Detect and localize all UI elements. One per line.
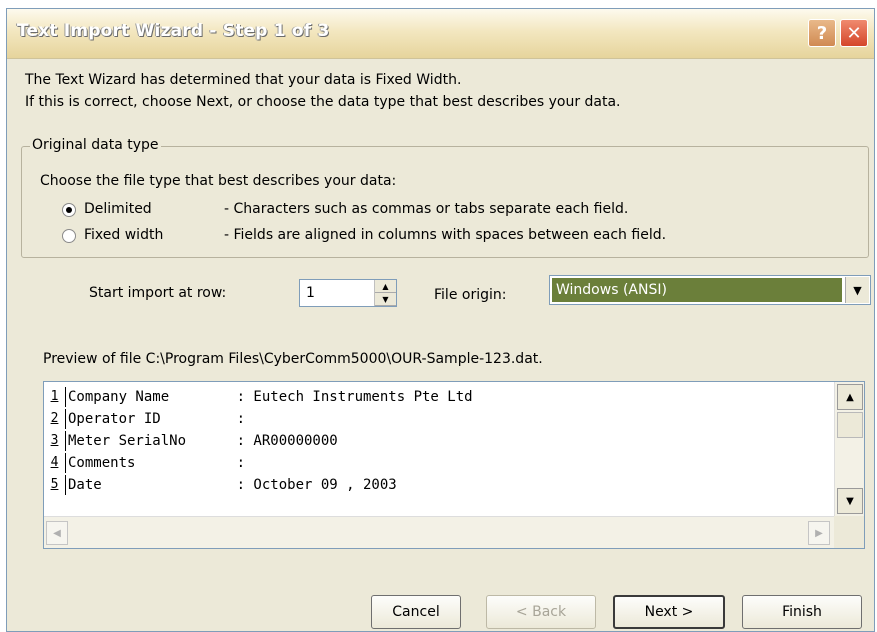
back-button[interactable]: < Back — [486, 595, 596, 629]
radio-delimited-circle[interactable] — [62, 203, 76, 217]
group-legend: Original data type — [30, 137, 161, 153]
radio-fixed-width-label[interactable]: Fixed width — [84, 227, 163, 243]
intro-text: The Text Wizard has determined that your… — [25, 69, 621, 113]
start-row-spinner[interactable]: 1 ▲ ▼ — [299, 279, 397, 307]
vertical-scrollbar[interactable]: ▲ ▼ — [834, 382, 864, 517]
preview-label: Preview of file C:\Program Files\CyberCo… — [43, 351, 543, 367]
scroll-right-icon[interactable]: ▶ — [808, 521, 830, 545]
preview-row: 4 Comments : — [44, 452, 245, 474]
spinner-arrows[interactable]: ▲ ▼ — [374, 280, 396, 306]
text-import-wizard-dialog: Text Import Wizard - Step 1 of 3 ? ✕ The… — [6, 8, 875, 632]
preview-row-number: 3 — [44, 431, 66, 451]
file-origin-select[interactable]: Windows (ANSI) ▼ — [549, 275, 871, 305]
help-icon[interactable]: ? — [808, 19, 836, 47]
file-origin-label: File origin: — [434, 287, 507, 303]
preview-row-text: Meter SerialNo : AR00000000 — [68, 433, 338, 449]
original-data-type-group: Original data type Choose the file type … — [21, 137, 869, 258]
close-icon[interactable]: ✕ — [840, 19, 868, 47]
preview-row-number: 5 — [44, 475, 66, 495]
radio-fixed-width-circle[interactable] — [62, 229, 76, 243]
start-row-value[interactable]: 1 — [306, 285, 315, 301]
preview-row-text: Comments : — [68, 455, 246, 471]
intro-line-1: The Text Wizard has determined that your… — [25, 72, 462, 88]
preview-row-text: Date : October 09 , 2003 — [68, 477, 397, 493]
scroll-up-icon[interactable]: ▲ — [837, 384, 863, 410]
cancel-button[interactable]: Cancel — [371, 595, 461, 629]
scroll-left-icon[interactable]: ◀ — [46, 521, 68, 545]
radio-delimited-desc: - Characters such as commas or tabs sepa… — [224, 201, 629, 217]
start-row-label: Start import at row: — [89, 285, 227, 301]
preview-row-number: 4 — [44, 453, 66, 473]
radio-delimited-label[interactable]: Delimited — [84, 201, 152, 217]
horizontal-scrollbar[interactable]: ◀ ▶ — [44, 516, 834, 548]
preview-row: 2 Operator ID : — [44, 408, 245, 430]
finish-button[interactable]: Finish — [742, 595, 862, 629]
preview-row-text: Company Name : Eutech Instruments Pte Lt… — [68, 389, 473, 405]
dropdown-arrow-icon[interactable]: ▼ — [845, 277, 869, 303]
window-title: Text Import Wizard - Step 1 of 3 — [17, 21, 330, 41]
scroll-down-icon[interactable]: ▼ — [837, 488, 863, 514]
scroll-thumb[interactable] — [837, 412, 863, 438]
intro-line-2: If this is correct, choose Next, or choo… — [25, 94, 621, 110]
preview-grid: 1 Company Name : Eutech Instruments Pte … — [44, 382, 834, 517]
title-bar: Text Import Wizard - Step 1 of 3 ? ✕ — [7, 9, 874, 59]
preview-row-text: Operator ID : — [68, 411, 246, 427]
spin-down-icon[interactable]: ▼ — [375, 293, 396, 306]
scrollbar-corner — [834, 516, 864, 548]
next-button[interactable]: Next > — [613, 595, 725, 629]
radio-fixed-width-desc: - Fields are aligned in columns with spa… — [224, 227, 667, 243]
preview-row: 5 Date : October 09 , 2003 — [44, 474, 397, 496]
file-preview: 1 Company Name : Eutech Instruments Pte … — [43, 381, 865, 549]
file-origin-value[interactable]: Windows (ANSI) — [552, 278, 842, 302]
preview-row-number: 1 — [44, 387, 66, 407]
group-prompt: Choose the file type that best describes… — [40, 173, 397, 189]
spin-up-icon[interactable]: ▲ — [375, 280, 396, 293]
preview-row-number: 2 — [44, 409, 66, 429]
preview-row: 3 Meter SerialNo : AR00000000 — [44, 430, 338, 452]
preview-row: 1 Company Name : Eutech Instruments Pte … — [44, 386, 473, 408]
